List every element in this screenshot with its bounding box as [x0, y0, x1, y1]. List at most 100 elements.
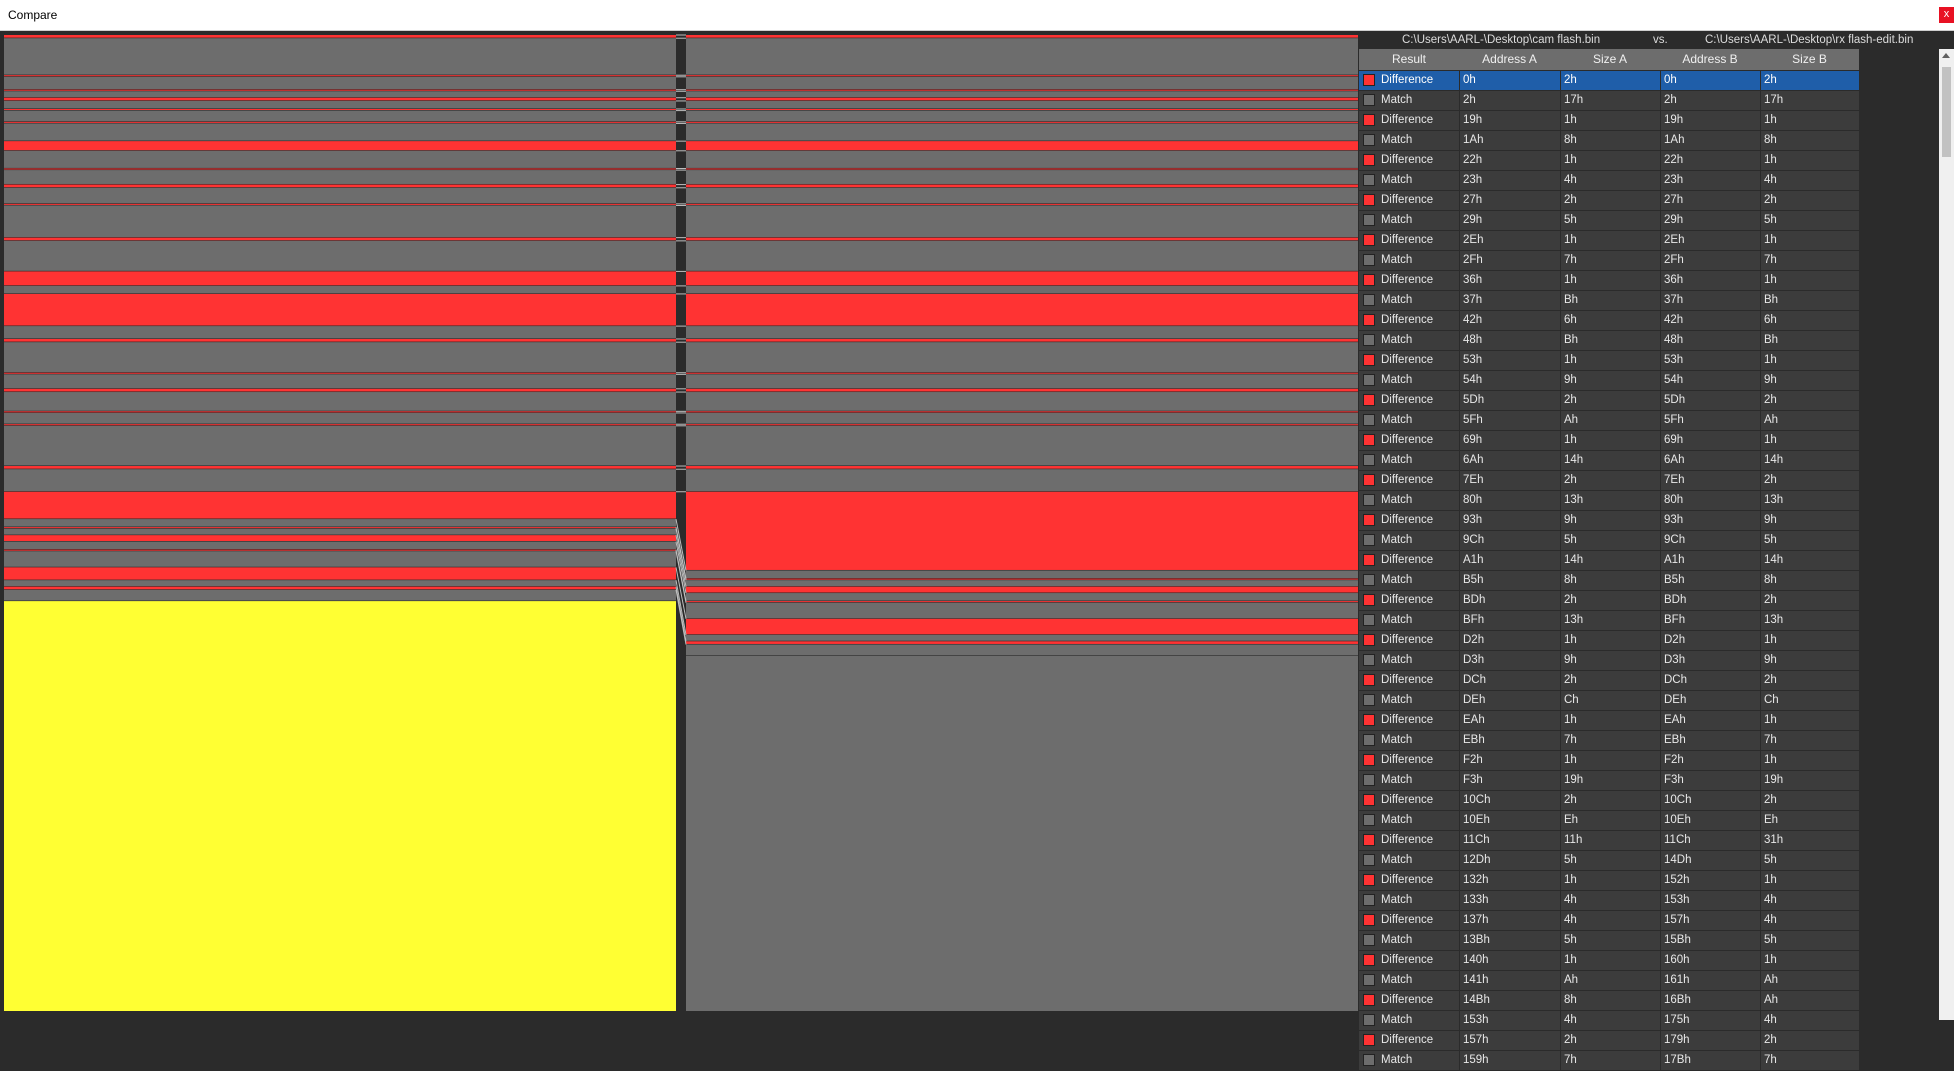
- table-row[interactable]: Difference 140h 1h 160h 1h: [1359, 951, 1859, 971]
- table-row[interactable]: Match 2Fh 7h 2Fh 7h: [1359, 251, 1859, 271]
- cell-size-b: 1h: [1764, 954, 1777, 966]
- cell-size-b: 9h: [1764, 374, 1777, 386]
- table-row[interactable]: Difference 69h 1h 69h 1h: [1359, 431, 1859, 451]
- table-row[interactable]: Match D3h 9h D3h 9h: [1359, 651, 1859, 671]
- close-button[interactable]: x: [1939, 7, 1954, 23]
- column-divider: [1660, 71, 1661, 90]
- block-connector-line: [675, 589, 687, 645]
- vertical-scrollbar[interactable]: [1939, 49, 1954, 1020]
- cell-result: Difference: [1381, 674, 1434, 686]
- cell-address-b: DCh: [1664, 674, 1688, 686]
- table-row[interactable]: Difference BDh 2h BDh 2h: [1359, 591, 1859, 611]
- column-divider: [1660, 491, 1661, 510]
- file-a-difference-block: [4, 586, 676, 590]
- cell-address-a: 37h: [1463, 294, 1483, 306]
- column-divider: [1560, 131, 1561, 150]
- table-row[interactable]: Difference 53h 1h 53h 1h: [1359, 351, 1859, 371]
- table-row[interactable]: Match DEh Ch DEh Ch: [1359, 691, 1859, 711]
- file-b-match-block: [686, 285, 1358, 294]
- table-row[interactable]: Difference 132h 1h 152h 1h: [1359, 871, 1859, 891]
- table-row[interactable]: Match 159h 7h 17Bh 7h: [1359, 1051, 1859, 1071]
- column-divider: [1459, 911, 1460, 930]
- table-row[interactable]: Match 141h Ah 161h Ah: [1359, 971, 1859, 991]
- table-row[interactable]: Difference 11Ch 11h 11Ch 31h: [1359, 831, 1859, 851]
- table-row[interactable]: Match 2h 17h 2h 17h: [1359, 91, 1859, 111]
- file-a-difference-block: [4, 108, 676, 110]
- cell-size-b: 2h: [1764, 594, 1777, 606]
- cell-size-b: Bh: [1764, 294, 1779, 306]
- table-row[interactable]: Match EBh 7h EBh 7h: [1359, 731, 1859, 751]
- column-divider: [1459, 931, 1460, 950]
- column-divider: [1459, 671, 1460, 690]
- file-a-difference-block: [4, 372, 676, 374]
- table-row[interactable]: Match 23h 4h 23h 4h: [1359, 171, 1859, 191]
- table-row[interactable]: Difference DCh 2h DCh 2h: [1359, 671, 1859, 691]
- column-divider: [1760, 91, 1761, 110]
- table-row[interactable]: Difference 22h 1h 22h 1h: [1359, 151, 1859, 171]
- cell-result: Match: [1381, 174, 1413, 186]
- table-row[interactable]: Difference 14Bh 8h 16Bh Ah: [1359, 991, 1859, 1011]
- cell-address-a: 2h: [1463, 94, 1476, 106]
- table-row[interactable]: Match 80h 13h 80h 13h: [1359, 491, 1859, 511]
- match-swatch-icon: [1363, 894, 1375, 906]
- table-row[interactable]: Difference 0h 2h 0h 2h: [1359, 71, 1859, 91]
- column-header-size-a[interactable]: Size A: [1560, 52, 1660, 66]
- cell-size-b: 1h: [1764, 714, 1777, 726]
- table-row[interactable]: Match 133h 4h 153h 4h: [1359, 891, 1859, 911]
- table-row[interactable]: Difference D2h 1h D2h 1h: [1359, 631, 1859, 651]
- cell-size-a: 13h: [1564, 614, 1584, 626]
- table-row[interactable]: Difference 93h 9h 93h 9h: [1359, 511, 1859, 531]
- table-row[interactable]: Difference 157h 2h 179h 2h: [1359, 1031, 1859, 1051]
- table-row[interactable]: Difference 27h 2h 27h 2h: [1359, 191, 1859, 211]
- difference-swatch-icon: [1363, 274, 1375, 286]
- table-row[interactable]: Match 9Ch 5h 9Ch 5h: [1359, 531, 1859, 551]
- scrollbar-thumb[interactable]: [1942, 67, 1951, 157]
- table-row[interactable]: Match 5Fh Ah 5Fh Ah: [1359, 411, 1859, 431]
- table-row[interactable]: Match 29h 5h 29h 5h: [1359, 211, 1859, 231]
- table-row[interactable]: Match BFh 13h BFh 13h: [1359, 611, 1859, 631]
- table-row[interactable]: Difference 42h 6h 42h 6h: [1359, 311, 1859, 331]
- table-row[interactable]: Match B5h 8h B5h 8h: [1359, 571, 1859, 591]
- table-row[interactable]: Difference 5Dh 2h 5Dh 2h: [1359, 391, 1859, 411]
- column-divider: [1560, 451, 1561, 470]
- file-a-difference-block: [4, 411, 676, 413]
- table-row[interactable]: Match 1Ah 8h 1Ah 8h: [1359, 131, 1859, 151]
- table-row[interactable]: Difference 19h 1h 19h 1h: [1359, 111, 1859, 131]
- table-row[interactable]: Difference 7Eh 2h 7Eh 2h: [1359, 471, 1859, 491]
- column-header-result[interactable]: Result: [1359, 52, 1459, 66]
- file-b-difference-block: [686, 618, 1358, 635]
- file-a-match-block: [4, 589, 676, 601]
- file-b-difference-block: [686, 338, 1358, 342]
- table-row[interactable]: Match 6Ah 14h 6Ah 14h: [1359, 451, 1859, 471]
- column-header-address-a[interactable]: Address A: [1459, 52, 1560, 66]
- table-row[interactable]: Match F3h 19h F3h 19h: [1359, 771, 1859, 791]
- file-a-difference-block: [4, 168, 676, 170]
- table-row[interactable]: Difference 36h 1h 36h 1h: [1359, 271, 1859, 291]
- table-row[interactable]: Match 13Bh 5h 15Bh 5h: [1359, 931, 1859, 951]
- table-row[interactable]: Match 153h 4h 175h 4h: [1359, 1011, 1859, 1031]
- file-a-difference-block: [4, 203, 676, 205]
- table-row[interactable]: Difference F2h 1h F2h 1h: [1359, 751, 1859, 771]
- table-row[interactable]: Difference 2Eh 1h 2Eh 1h: [1359, 231, 1859, 251]
- column-divider: [1760, 631, 1761, 650]
- cell-address-b: 161h: [1664, 974, 1690, 986]
- table-row[interactable]: Match 37h Bh 37h Bh: [1359, 291, 1859, 311]
- table-row[interactable]: Match 48h Bh 48h Bh: [1359, 331, 1859, 351]
- scroll-up-arrow-icon[interactable]: [1942, 53, 1950, 58]
- column-header-address-b[interactable]: Address B: [1660, 52, 1760, 66]
- cell-result: Difference: [1381, 394, 1434, 406]
- file-a-difference-block: [4, 424, 676, 426]
- column-divider: [1760, 1031, 1761, 1050]
- table-row[interactable]: Difference A1h 14h A1h 14h: [1359, 551, 1859, 571]
- table-row[interactable]: Match 12Dh 5h 14Dh 5h: [1359, 851, 1859, 871]
- table-row[interactable]: Match 54h 9h 54h 9h: [1359, 371, 1859, 391]
- cell-result: Difference: [1381, 994, 1434, 1006]
- cell-size-b: 17h: [1764, 94, 1784, 106]
- column-header-size-b[interactable]: Size B: [1760, 52, 1859, 66]
- column-divider: [1459, 1051, 1460, 1070]
- table-row[interactable]: Difference EAh 1h EAh 1h: [1359, 711, 1859, 731]
- table-row[interactable]: Difference 10Ch 2h 10Ch 2h: [1359, 791, 1859, 811]
- cell-result: Match: [1381, 534, 1413, 546]
- table-row[interactable]: Difference 137h 4h 157h 4h: [1359, 911, 1859, 931]
- table-row[interactable]: Match 10Eh Eh 10Eh Eh: [1359, 811, 1859, 831]
